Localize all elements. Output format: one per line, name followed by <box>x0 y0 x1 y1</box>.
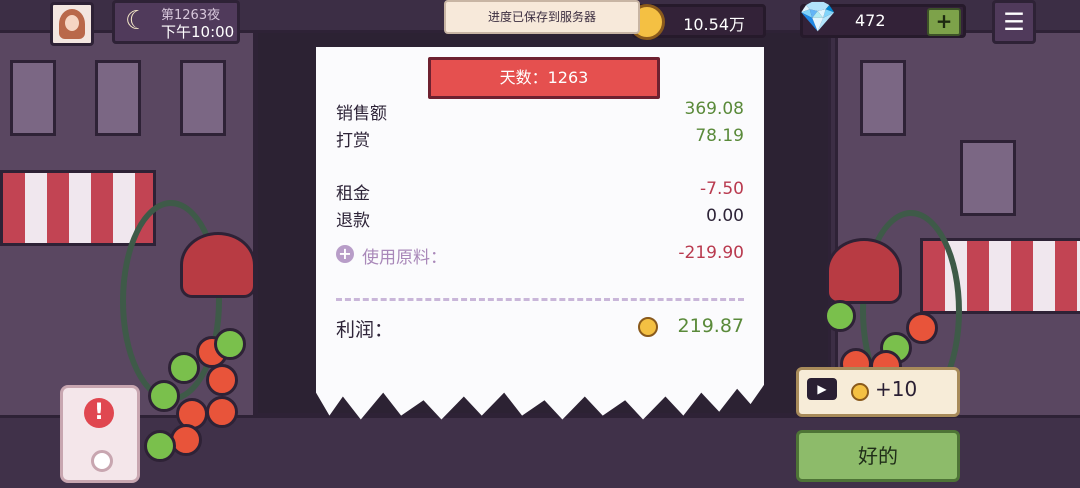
ingredients-label: 使用原料： <box>362 248 447 268</box>
rent-row: 租金 -7.50 <box>336 179 744 204</box>
rent-value: -7.50 <box>700 179 744 199</box>
sales-label: 销售额 <box>336 104 387 124</box>
coin-icon <box>638 317 658 337</box>
sales-row: 销售额 369.08 <box>336 99 744 124</box>
profit-value: 219.87 <box>677 315 744 337</box>
player-avatar[interactable] <box>50 2 94 46</box>
building-window <box>180 60 226 136</box>
pepper-slice <box>168 352 200 384</box>
ingredients-value: -219.90 <box>678 243 744 263</box>
tips-label: 打赏 <box>336 131 370 151</box>
expand-plus-icon[interactable]: + <box>336 245 354 263</box>
coin-balance: 10.54万 <box>629 4 766 40</box>
tomato-slice <box>206 396 238 428</box>
add-gem-button[interactable]: + <box>927 8 961 36</box>
coin-value: 10.54万 <box>683 15 745 34</box>
building-window <box>960 140 1016 216</box>
refund-row: 退款 0.00 <box>336 206 744 231</box>
pepper-slice <box>148 380 180 412</box>
daily-receipt: 销售额 369.08 打赏 78.19 租金 -7.50 退款 0.00 + 使… <box>316 47 764 420</box>
menu-button[interactable]: ☰ <box>992 0 1036 44</box>
day-ribbon: 天数：1263 <box>428 57 660 99</box>
avatar-face <box>65 15 79 31</box>
receipt-divider <box>336 298 744 301</box>
night-clock-panel: ☾ 第1263夜 下午10:00 <box>112 0 240 44</box>
pepper-slice <box>214 328 246 360</box>
exclamation-icon: ! <box>84 398 114 428</box>
refund-label: 退款 <box>336 211 370 231</box>
profit-row: 利润： 219.87 <box>336 315 744 341</box>
tips-value: 78.19 <box>695 126 744 146</box>
tips-row: 打赏 78.19 <box>336 126 744 151</box>
sales-value: 369.08 <box>684 99 744 119</box>
pepper-slice <box>144 430 176 462</box>
building-window <box>95 60 141 136</box>
red-flower <box>826 238 902 304</box>
clock-time-label: 下午10:00 <box>161 23 235 41</box>
ingredients-row[interactable]: + 使用原料： -219.90 <box>336 243 744 268</box>
moon-icon: ☾ <box>125 6 149 36</box>
profit-label: 利润： <box>336 319 394 341</box>
watch-ad-bonus-button[interactable]: ▶ +10 <box>796 367 960 417</box>
tomato-slice <box>206 364 238 396</box>
tomato-slice <box>906 312 938 344</box>
building-window <box>10 60 56 136</box>
ok-button[interactable]: 好的 <box>796 430 960 482</box>
gem-value: 472 <box>855 11 886 30</box>
ad-bonus-label: +10 <box>875 377 918 401</box>
gem-icon: 💎 <box>799 0 837 35</box>
building-window <box>860 60 906 136</box>
pepper-slice <box>824 300 856 332</box>
rent-label: 租金 <box>336 184 370 204</box>
gem-balance: 💎 472 + <box>799 0 966 38</box>
coin-icon <box>851 383 869 401</box>
alert-card[interactable]: ! <box>60 385 140 483</box>
video-play-icon: ▶ <box>807 378 837 400</box>
card-button-dot <box>91 450 113 472</box>
save-toast: 进度已保存到服务器 <box>444 0 640 34</box>
red-flower <box>180 232 256 298</box>
refund-value: 0.00 <box>706 206 744 226</box>
